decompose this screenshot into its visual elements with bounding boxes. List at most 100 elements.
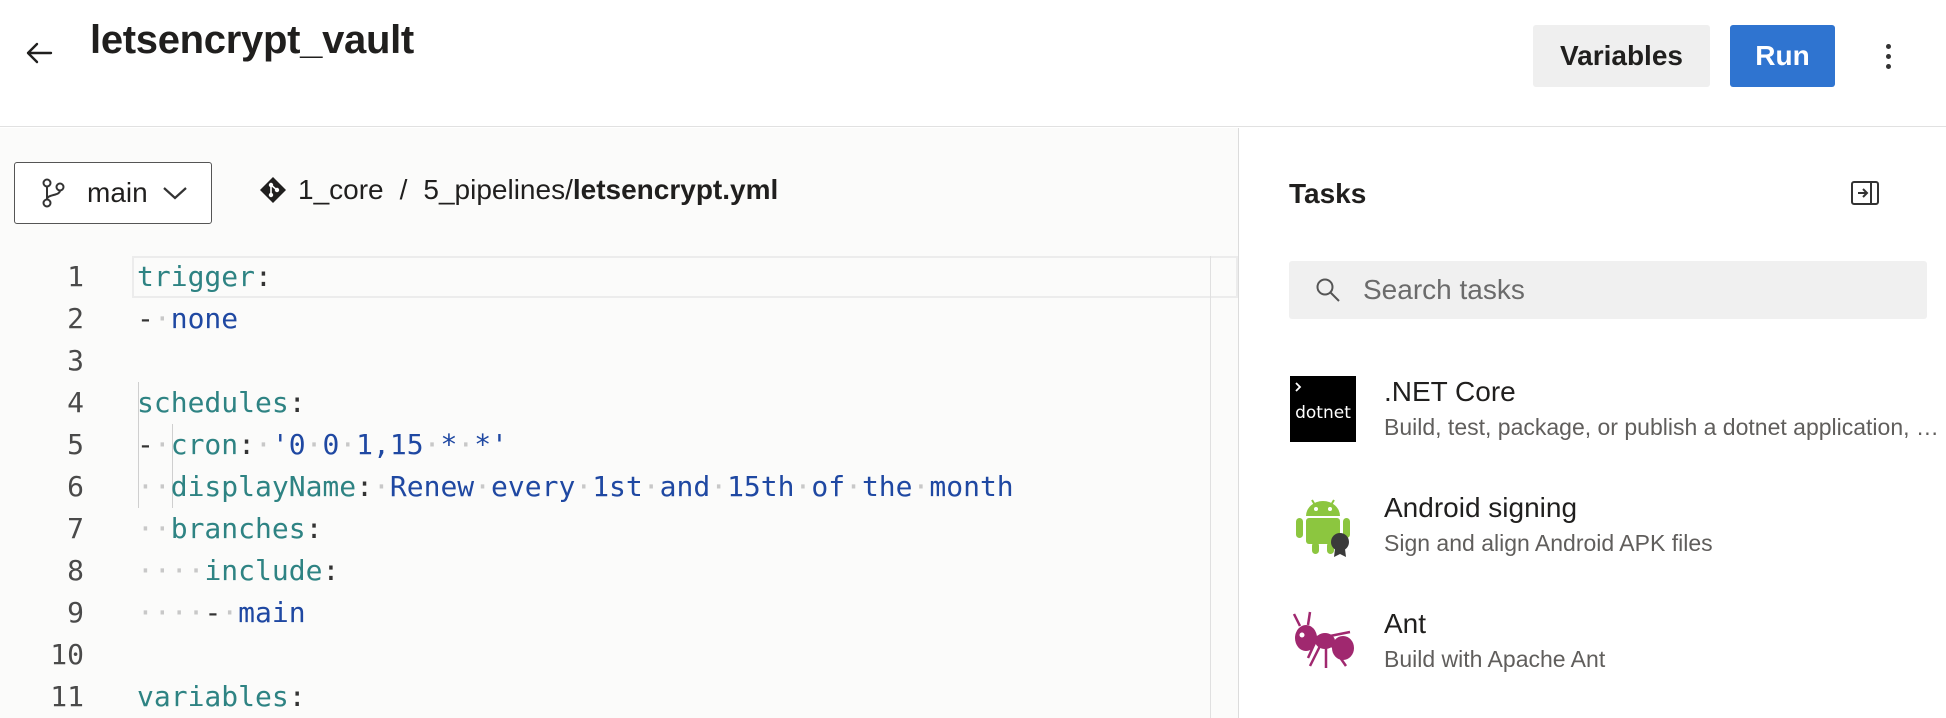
code-token: · — [474, 470, 492, 503]
more-options-icon[interactable] — [1870, 36, 1906, 76]
line-text: -·none — [137, 298, 238, 340]
line-number: 1 — [67, 260, 84, 293]
code-token: and — [659, 470, 711, 503]
code-token: · — [642, 470, 660, 503]
dotnet-logo-text: dotnet — [1295, 403, 1351, 423]
code-token: · — [457, 428, 475, 461]
yaml-editor-pane: main 1_core / 5_pipelines/letsencrypt.ym… — [0, 128, 1239, 718]
task-name: Android signing — [1384, 492, 1578, 523]
code-token: *' — [474, 428, 508, 461]
code-token: · — [305, 428, 323, 461]
code-line[interactable]: 9 ····-·main — [0, 592, 1210, 634]
variables-button[interactable]: Variables — [1533, 25, 1710, 87]
git-repo-icon — [260, 177, 286, 203]
code-line[interactable]: 7 ··branches: — [0, 508, 1210, 550]
code-token: the — [861, 470, 913, 503]
code-token: ···· — [137, 554, 205, 587]
git-branch-icon — [42, 178, 65, 208]
line-text: schedules: — [137, 382, 306, 424]
code-line[interactable]: 4 schedules: — [0, 382, 1210, 424]
search-box[interactable] — [1289, 261, 1927, 319]
run-button[interactable]: Run — [1730, 25, 1835, 87]
code-line[interactable]: 3 — [0, 340, 1210, 382]
path-separator: / — [399, 174, 408, 205]
task-name: Ant — [1384, 608, 1427, 639]
code-token: main — [238, 596, 306, 629]
page-title: letsencrypt_vault — [90, 18, 414, 62]
task-item-android-signing[interactable]: Android signing Sign and align Android A… — [1290, 492, 1946, 572]
code-token: cron — [170, 428, 239, 461]
code-token: schedules — [137, 386, 289, 419]
code-token: - — [137, 428, 154, 461]
task-description: Build with Apache Ant — [1384, 646, 1606, 672]
code-token: : — [255, 260, 272, 293]
line-number: 5 — [67, 428, 84, 461]
code-token: · — [423, 428, 441, 461]
line-number: 2 — [67, 302, 84, 335]
code-line[interactable]: 10 — [0, 634, 1210, 676]
code-token: · — [575, 470, 593, 503]
tasks-title: Tasks — [1289, 178, 1367, 209]
code-token: · — [794, 470, 812, 503]
task-description: Sign and align Android APK files — [1384, 530, 1713, 556]
code-token: · — [373, 470, 390, 503]
line-text: trigger: — [137, 256, 272, 298]
code-token: variables — [137, 680, 289, 713]
code-line[interactable]: 2 -·none — [0, 298, 1210, 340]
line-number: 3 — [67, 344, 84, 377]
code-editor[interactable]: 1 trigger: 2 -·none 3 4 schedules: 5 -·cron:·'0·… — [0, 256, 1210, 718]
line-text: ····-·main — [137, 592, 306, 634]
line-text: variables: — [137, 676, 306, 718]
line-number: 10 — [50, 638, 84, 671]
code-token: - — [137, 302, 154, 335]
code-token: none — [170, 302, 239, 335]
code-token: * — [440, 428, 458, 461]
task-item-dotnet-core[interactable]: dotnet .NET Core Build, test, package, o… — [1290, 376, 1946, 456]
folder-path[interactable]: 5_pipelines/ — [423, 174, 572, 206]
code-token: · — [221, 596, 239, 629]
repo-name[interactable]: 1_core — [298, 174, 384, 206]
line-text: -·cron:·'0·0·1,15·*·*' — [137, 424, 508, 466]
file-breadcrumb: 1_core / 5_pipelines/letsencrypt.yml — [258, 174, 778, 206]
code-token: branches — [170, 512, 306, 545]
code-token: · — [912, 470, 930, 503]
code-token: ·· — [137, 470, 171, 503]
collapse-panel-icon[interactable] — [1850, 180, 1880, 206]
code-token: month — [929, 470, 1014, 503]
editor-overview-ruler[interactable] — [1210, 256, 1211, 718]
code-token: : — [238, 428, 256, 461]
task-description: Build, test, package, or publish a dotne… — [1384, 414, 1944, 440]
branch-selector[interactable]: main — [14, 162, 212, 224]
task-item-ant[interactable]: Ant Build with Apache Ant — [1290, 608, 1946, 688]
code-token: · — [153, 428, 171, 461]
code-line[interactable]: 6 ··displayName:·Renew·every·1st·and·15th… — [0, 466, 1210, 508]
code-token: displayName — [170, 470, 357, 503]
android-icon — [1296, 499, 1350, 557]
code-token: ·· — [137, 512, 171, 545]
code-token: every — [491, 470, 576, 503]
dotnet-icon: dotnet — [1290, 376, 1356, 442]
task-name: .NET Core — [1384, 376, 1516, 407]
code-token: - — [204, 596, 222, 629]
pipeline-header: letsencrypt_vault Variables Run — [0, 0, 1946, 127]
search-icon — [1316, 278, 1340, 302]
code-token: · — [339, 428, 357, 461]
code-token: 0 — [322, 428, 340, 461]
code-token: of — [811, 470, 846, 503]
code-line[interactable]: 8 ····include: — [0, 550, 1210, 592]
ant-icon — [1292, 611, 1354, 668]
code-line[interactable]: 11 variables: — [0, 676, 1210, 718]
chevron-down-icon — [162, 187, 187, 200]
code-token: 15th — [727, 470, 795, 503]
search-tasks-input[interactable] — [1363, 274, 1883, 306]
code-token: · — [255, 428, 272, 461]
line-number: 11 — [50, 680, 84, 713]
back-arrow-icon[interactable] — [22, 36, 56, 70]
code-token: ···· — [137, 596, 205, 629]
code-line[interactable]: 1 trigger: — [0, 256, 1210, 298]
line-text: ··displayName:·Renew·every·1st·and·15th·… — [137, 466, 1014, 508]
code-line[interactable]: 5 -·cron:·'0·0·1,15·*·*' — [0, 424, 1210, 466]
code-token: Renew — [389, 470, 475, 503]
code-token: 1st — [592, 470, 643, 503]
code-token: : — [322, 554, 340, 587]
